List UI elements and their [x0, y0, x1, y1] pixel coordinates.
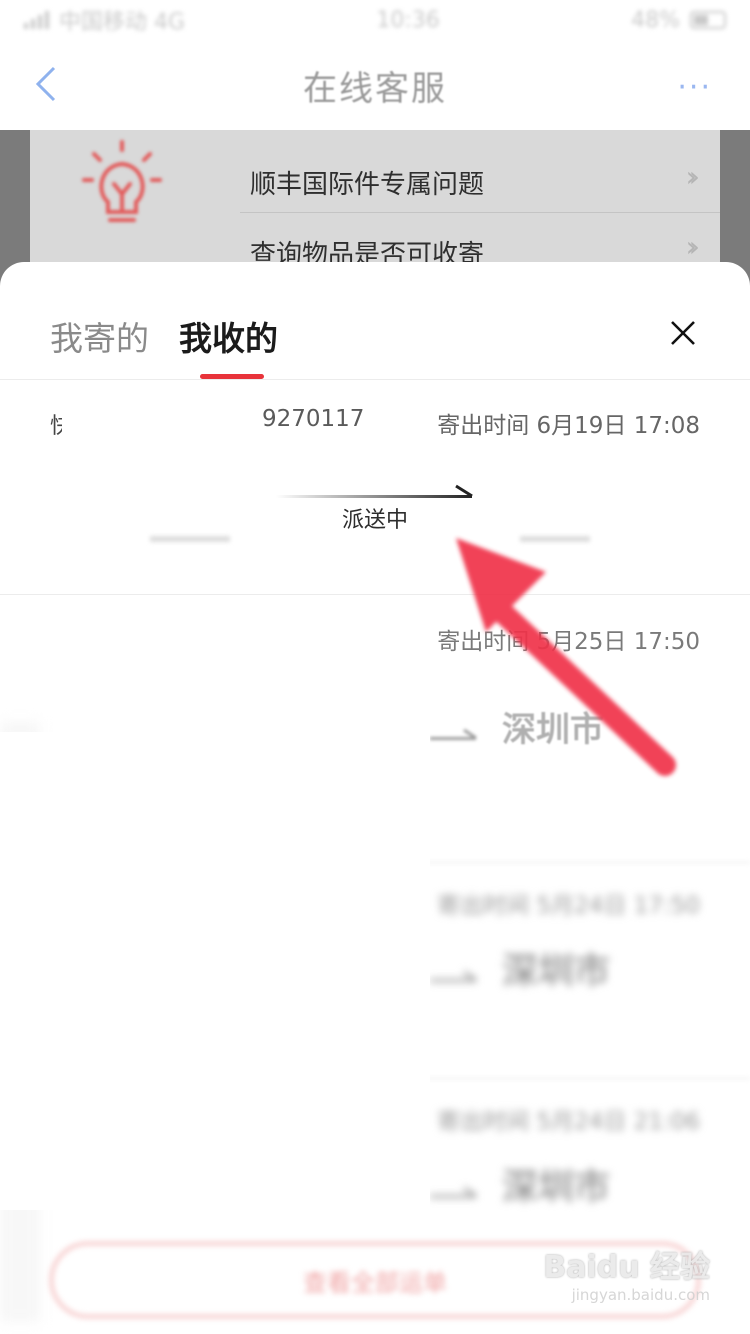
back-icon[interactable] [30, 64, 62, 104]
nav-bar: 在线客服 ··· [0, 40, 750, 130]
lightbulb-icon [82, 140, 162, 222]
divider [0, 594, 750, 595]
send-time: 寄出时间 5月25日 17:50 [437, 629, 700, 655]
cover-panel [0, 732, 430, 1210]
route-arrow-icon [430, 1186, 477, 1198]
destination-city: 深圳市 [502, 951, 611, 992]
status-bar: 中国移动 4G 10:36 48% [0, 0, 750, 40]
waybill-sheet: 我寄的 我收的 快 9270117 寄出时间 6月19日 17:08 派送中 寄… [0, 262, 750, 1334]
signal-icon [24, 11, 49, 29]
waybill-number[interactable]: 9270117 [262, 406, 364, 432]
divider [240, 212, 720, 213]
faq-item-international[interactable]: 顺丰国际件专属问题 [250, 164, 484, 201]
send-time: 寄出时间 5月24日 17:50 [437, 893, 700, 919]
tab-received[interactable]: 我收的 [179, 312, 278, 360]
more-icon[interactable]: ··· [677, 70, 712, 105]
close-icon[interactable] [668, 318, 698, 348]
status-left: 中国移动 4G [24, 4, 185, 36]
destination-city: 深圳市 [502, 1167, 611, 1208]
route-arrow-icon [430, 970, 477, 982]
destination-city: 深圳市 [502, 710, 604, 750]
carrier-text: 中国移动 4G [59, 10, 186, 35]
watermark-url: jingyan.baidu.com [571, 1286, 710, 1304]
send-time: 寄出时间 6月19日 17:08 [437, 413, 700, 439]
double-chevron-right-icon: ›› [685, 230, 701, 263]
double-chevron-right-icon: ›› [685, 160, 701, 193]
tab-sent[interactable]: 我寄的 [50, 312, 149, 360]
blurred-text [150, 536, 230, 542]
waybill-company-mark: 快 [50, 414, 62, 439]
route-arrow-icon [276, 484, 473, 498]
page-title: 在线客服 [303, 68, 447, 109]
route-arrow-icon [430, 728, 477, 740]
watermark-logo: Baidu 经验 [543, 1250, 710, 1285]
delivery-status: 派送中 [341, 508, 408, 533]
view-all-label: 查看全部运单 [303, 1268, 447, 1297]
clock-text: 10:36 [376, 7, 440, 33]
battery-percent: 48% [631, 7, 680, 33]
send-time: 寄出时间 5月24日 21:06 [437, 1109, 700, 1135]
divider [0, 379, 750, 380]
status-right: 48% [631, 8, 726, 33]
battery-icon [689, 11, 726, 29]
baidu-jingyan-watermark: Baidu 经验 jingyan.baidu.com [543, 1242, 710, 1304]
blurred-text [520, 536, 590, 542]
